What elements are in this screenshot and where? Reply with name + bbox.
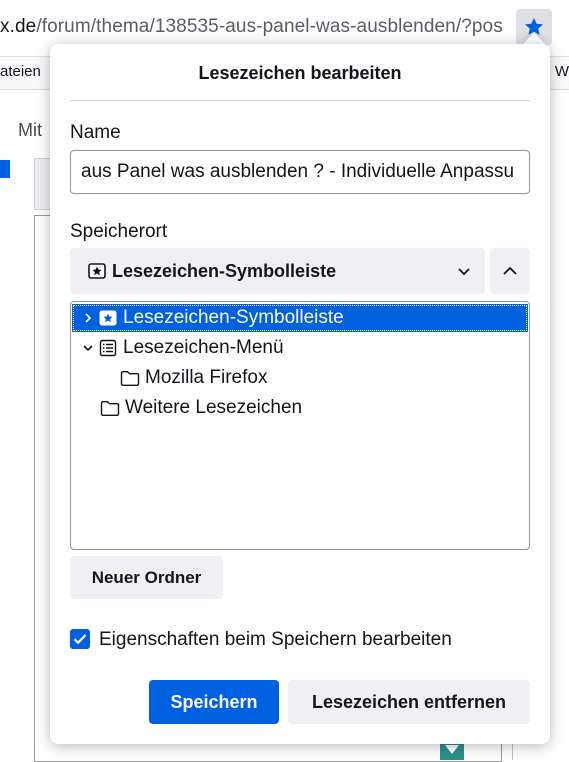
tree-item-other-bookmarks[interactable]: Weitere Lesezeichen (72, 394, 528, 422)
folder-select[interactable]: Lesezeichen-Symbolleiste (70, 248, 485, 294)
bookmarks-toolbar-item[interactable]: W (555, 63, 569, 80)
bookmarks-toolbar-icon (98, 308, 118, 328)
bookmarks-toolbar-icon (88, 263, 106, 279)
collapse-tree-button[interactable] (490, 248, 530, 294)
edit-bookmark-panel: Lesezeichen bearbeiten Name Speicherort … (50, 44, 550, 744)
chevron-right-icon[interactable] (80, 310, 96, 326)
edit-on-save-checkbox[interactable] (70, 629, 90, 649)
new-folder-button[interactable]: Neuer Ordner (70, 556, 223, 599)
chevron-up-icon (503, 266, 517, 275)
tree-item-bookmarks-toolbar[interactable]: Lesezeichen-Symbolleiste (72, 304, 528, 332)
edit-on-save-label[interactable]: Eigenschaften beim Speichern bearbeiten (99, 629, 452, 651)
tree-item-label: Weitere Lesezeichen (125, 397, 303, 418)
tree-item-label: Lesezeichen-Symbolleiste (123, 307, 344, 328)
bookmarks-menu-icon (98, 338, 118, 358)
chevron-down-icon (457, 266, 471, 276)
chevron-down-icon[interactable] (80, 340, 96, 356)
tree-item-bookmarks-menu[interactable]: Lesezeichen-Menü (72, 334, 528, 362)
url-text[interactable]: x.de/forum/thema/138535-aus-panel-was-au… (0, 16, 503, 38)
panel-title: Lesezeichen bearbeiten (198, 63, 402, 83)
name-input[interactable] (70, 150, 530, 194)
folder-icon (120, 368, 140, 388)
url-path: /forum/thema/138535-aus-panel-was-ausble… (36, 16, 503, 37)
location-label: Speicherort (70, 221, 168, 242)
folder-icon (100, 398, 120, 418)
name-label: Name (70, 122, 121, 143)
tree-item-mozilla-firefox[interactable]: Mozilla Firefox (72, 364, 528, 392)
save-button[interactable]: Speichern (149, 680, 279, 724)
selected-folder-label: Lesezeichen-Symbolleiste (112, 260, 337, 281)
page-nav-link[interactable]: Mit (18, 120, 42, 141)
tree-item-label: Lesezeichen-Menü (123, 337, 284, 358)
panel-separator (70, 100, 530, 101)
checkmark-icon (73, 634, 87, 645)
bookmarks-toolbar-item[interactable]: ateien (0, 63, 41, 80)
remove-bookmark-button[interactable]: Lesezeichen entfernen (288, 680, 530, 724)
url-host: x.de (0, 16, 37, 37)
folder-tree[interactable]: Lesezeichen-Symbolleiste Lesezeichen-Men… (70, 301, 530, 550)
page-accent-strip (0, 160, 10, 178)
tree-item-label: Mozilla Firefox (145, 367, 268, 388)
